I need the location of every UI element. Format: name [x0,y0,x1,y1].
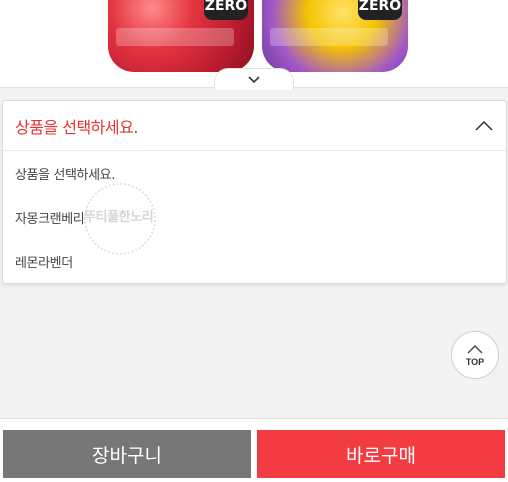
bottle-label [270,28,388,46]
zero-badge: ZERO [358,0,402,20]
dropdown-selected-label: 상품을 선택하세요. [15,117,138,137]
top-label: TOP [465,356,485,367]
dropdown-option-grapefruit-cranberry[interactable]: 자몽크랜베리 [3,195,506,239]
grapefruit-bottle-image: ZERO [108,0,254,72]
arrow-up-icon [467,344,483,353]
add-to-cart-button[interactable]: 장바구니 [3,430,251,478]
product-option-dropdown: 상품을 선택하세요. 상품을 선택하세요. 자몽크랜베리 레몬라벤더 [2,100,507,284]
chevron-up-icon [475,120,493,131]
bottom-action-bar: 장바구니 바로구매 [0,418,508,482]
buy-now-button[interactable]: 바로구매 [257,430,505,478]
dropdown-option-placeholder[interactable]: 상품을 선택하세요. [3,151,506,195]
dropdown-option-lemon-lavender[interactable]: 레몬라벤더 [3,239,506,283]
dropdown-header[interactable]: 상품을 선택하세요. [3,101,506,151]
scroll-to-top-button[interactable]: TOP [451,331,499,379]
collapse-toggle-button[interactable] [214,68,294,90]
lemon-bottle-image: ZERO [262,0,408,72]
chevron-down-icon [248,76,260,84]
bottle-label [116,28,234,46]
watermark-text: 뚜티풀한노리 [84,210,154,225]
zero-badge: ZERO [204,0,248,20]
